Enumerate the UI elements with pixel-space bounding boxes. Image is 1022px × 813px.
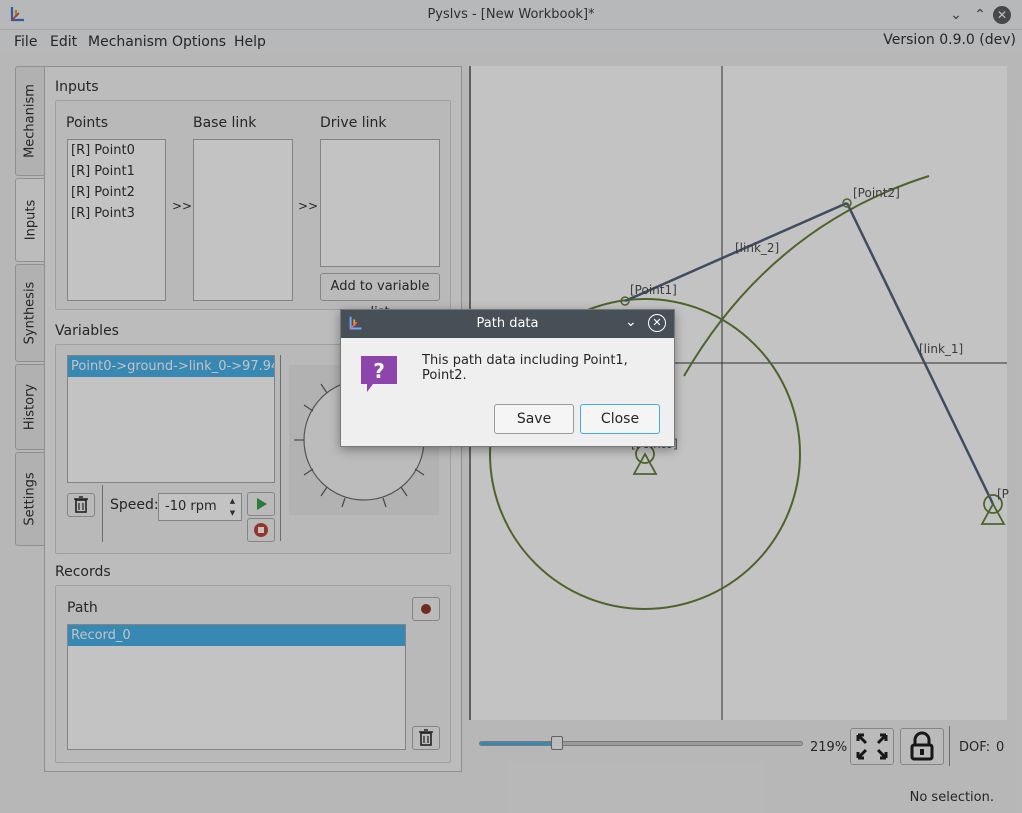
- dialog-minimize-icon[interactable]: ⌄: [625, 314, 637, 330]
- path-data-dialog: Path data ⌄ ✕ ? This path data including…: [340, 309, 675, 447]
- svg-text:?: ?: [373, 359, 385, 383]
- dialog-message: This path data including Point1, Point2.: [422, 353, 628, 383]
- question-icon: ?: [361, 356, 397, 392]
- dialog-close-icon[interactable]: ✕: [648, 314, 666, 332]
- close-button[interactable]: Close: [580, 404, 660, 434]
- save-button[interactable]: Save: [494, 404, 574, 434]
- dialog-title-bar: Path data ⌄ ✕: [341, 310, 674, 338]
